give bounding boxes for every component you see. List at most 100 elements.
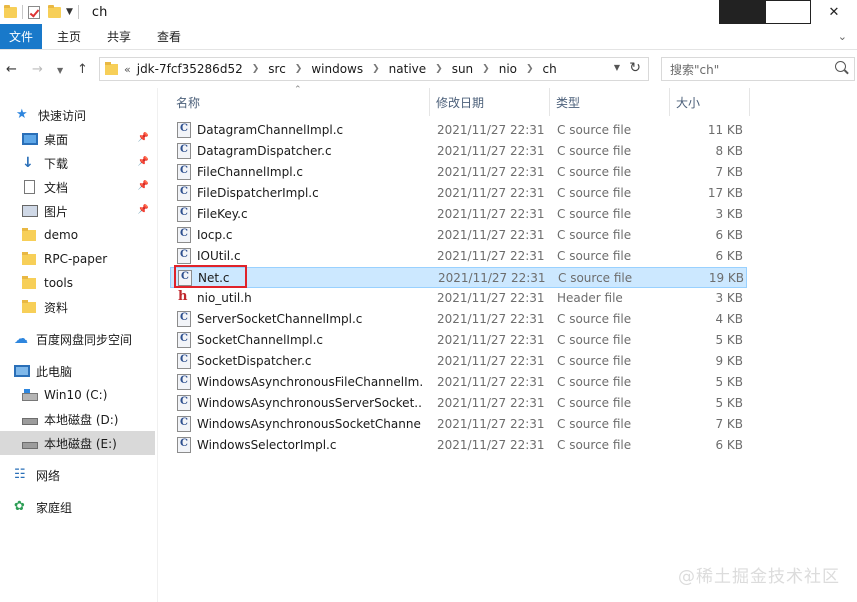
- c-source-file-icon: C: [177, 122, 191, 138]
- sidebar-item-baidu-netdisk[interactable]: ☁ 百度网盘同步空间: [0, 327, 155, 351]
- minimize-icon: [719, 0, 765, 24]
- tab-view[interactable]: 查看: [144, 24, 194, 49]
- desktop-icon: [22, 133, 38, 145]
- chevron-right-icon[interactable]: ❯: [435, 64, 443, 74]
- chevron-right-icon[interactable]: ❯: [526, 64, 534, 74]
- sidebar-item-network[interactable]: ☷ 网络: [0, 463, 155, 487]
- sidebar-item-pictures[interactable]: 图片 📌: [0, 199, 155, 223]
- chevron-right-icon[interactable]: ❯: [295, 64, 303, 74]
- file-row[interactable]: C WindowsAsynchronousFileChannelIm... 20…: [170, 372, 747, 393]
- file-row[interactable]: C DatagramChannelImpl.c 2021/11/27 22:31…: [170, 120, 747, 141]
- file-size: 4 KB: [715, 312, 743, 326]
- sidebar-item-drive-c[interactable]: Win10 (C:): [0, 383, 155, 407]
- up-button[interactable]: ↑: [77, 62, 88, 77]
- sidebar-item-rpc-paper[interactable]: RPC-paper: [0, 247, 155, 271]
- column-header-name[interactable]: 名称: [170, 88, 430, 116]
- pin-icon[interactable]: 📌: [138, 133, 149, 143]
- address-dropdown-icon[interactable]: ▼: [614, 63, 620, 72]
- file-row[interactable]: C WindowsSelectorImpl.c 2021/11/27 22:31…: [170, 435, 747, 456]
- sidebar-item-downloads[interactable]: ↓ 下载 📌: [0, 151, 155, 175]
- file-row[interactable]: C IOUtil.c 2021/11/27 22:31 C source fil…: [170, 246, 747, 267]
- chevron-right-icon[interactable]: ❯: [482, 64, 490, 74]
- file-row[interactable]: C FileKey.c 2021/11/27 22:31 C source fi…: [170, 204, 747, 225]
- breadcrumb-overflow[interactable]: «: [124, 63, 131, 76]
- file-name: WindowsAsynchronousServerSocket...: [197, 396, 422, 410]
- file-row[interactable]: C SocketChannelImpl.c 2021/11/27 22:31 C…: [170, 330, 747, 351]
- sidebar-item-tools[interactable]: tools: [0, 271, 155, 295]
- sidebar-item-documents[interactable]: 文档 📌: [0, 175, 155, 199]
- file-date: 2021/11/27 22:31: [437, 228, 545, 242]
- breadcrumb-nio[interactable]: nio: [499, 62, 517, 76]
- file-row[interactable]: C DatagramDispatcher.c 2021/11/27 22:31 …: [170, 141, 747, 162]
- sidebar-item-quick-access[interactable]: ★ 快速访问: [0, 103, 155, 127]
- tab-file[interactable]: 文件: [0, 24, 43, 49]
- column-header-size[interactable]: 大小: [670, 88, 750, 116]
- breadcrumb-native[interactable]: native: [389, 62, 426, 76]
- breadcrumb-sun[interactable]: sun: [452, 62, 473, 76]
- file-name: DatagramDispatcher.c: [197, 144, 332, 158]
- header-file-icon: h: [178, 289, 188, 304]
- chevron-right-icon[interactable]: ❯: [372, 64, 380, 74]
- file-row[interactable]: C WindowsAsynchronousSocketChanne... 202…: [170, 414, 747, 435]
- sidebar-item-desktop[interactable]: 桌面 📌: [0, 127, 155, 151]
- recent-locations-dropdown-icon[interactable]: ▼: [57, 66, 63, 75]
- maximize-button[interactable]: [765, 0, 811, 24]
- file-row[interactable]: C Iocp.c 2021/11/27 22:31 C source file …: [170, 225, 747, 246]
- column-header-label: 修改日期: [436, 95, 485, 110]
- sidebar-item-drive-d[interactable]: 本地磁盘 (D:): [0, 407, 155, 431]
- close-button[interactable]: ✕: [811, 0, 857, 24]
- chevron-right-icon[interactable]: ❯: [252, 64, 260, 74]
- sidebar-item-materials[interactable]: 资料: [0, 295, 155, 319]
- tab-share[interactable]: 共享: [94, 24, 144, 49]
- breadcrumb-ch[interactable]: ch: [543, 62, 557, 76]
- breadcrumb-jdk[interactable]: jdk-7fcf35286d52: [137, 62, 243, 76]
- new-folder-icon[interactable]: [48, 4, 61, 18]
- file-size: 5 KB: [715, 375, 743, 389]
- properties-icon[interactable]: [28, 5, 40, 19]
- search-input[interactable]: 搜索"ch": [661, 57, 855, 81]
- file-name: WindowsAsynchronousSocketChanne...: [197, 417, 422, 431]
- sidebar-item-homegroup[interactable]: ✿ 家庭组: [0, 495, 155, 519]
- folder-icon[interactable]: [4, 4, 17, 18]
- forward-button[interactable]: →: [32, 62, 43, 77]
- breadcrumb-windows[interactable]: windows: [311, 62, 363, 76]
- sidebar-item-demo[interactable]: demo: [0, 223, 155, 247]
- file-row[interactable]: C FileDispatcherImpl.c 2021/11/27 22:31 …: [170, 183, 747, 204]
- c-source-file-icon: C: [177, 353, 191, 369]
- expand-ribbon-chevron-icon[interactable]: ⌄: [838, 30, 847, 43]
- file-row[interactable]: h nio_util.h 2021/11/27 22:31 Header fil…: [170, 288, 747, 309]
- file-type: C source file: [557, 207, 632, 221]
- sidebar-item-label: 资料: [44, 300, 69, 315]
- sidebar-item-drive-e[interactable]: 本地磁盘 (E:): [0, 431, 155, 455]
- file-row[interactable]: C WindowsAsynchronousServerSocket... 202…: [170, 393, 747, 414]
- breadcrumb-src[interactable]: src: [268, 62, 286, 76]
- file-name: FileKey.c: [197, 207, 248, 221]
- file-row[interactable]: C ServerSocketChannelImpl.c 2021/11/27 2…: [170, 309, 747, 330]
- tab-home[interactable]: 主页: [44, 24, 94, 49]
- file-row-selected[interactable]: C Net.c 2021/11/27 22:31 C source file 1…: [170, 265, 747, 288]
- refresh-icon[interactable]: ↻: [629, 60, 641, 76]
- sidebar-item-label: 本地磁盘 (E:): [44, 436, 117, 451]
- file-row[interactable]: C SocketDispatcher.c 2021/11/27 22:31 C …: [170, 351, 747, 372]
- file-date: 2021/11/27 22:31: [437, 123, 545, 137]
- address-bar[interactable]: « jdk-7fcf35286d52 ❯ src ❯ windows ❯ nat…: [99, 57, 649, 81]
- drive-icon: [22, 441, 38, 449]
- file-name: WindowsAsynchronousFileChannelIm...: [197, 375, 422, 389]
- sidebar-item-label: 本地磁盘 (D:): [44, 412, 119, 427]
- file-name: Iocp.c: [197, 228, 233, 242]
- pin-icon[interactable]: 📌: [138, 157, 149, 167]
- sidebar-item-this-pc[interactable]: 此电脑: [0, 359, 155, 383]
- folder-icon: [22, 299, 36, 313]
- minimize-button[interactable]: [719, 0, 765, 24]
- pin-icon[interactable]: 📌: [138, 181, 149, 191]
- sidebar-item-label: RPC-paper: [44, 252, 108, 266]
- customize-dropdown-icon[interactable]: ▼: [66, 7, 73, 17]
- back-button[interactable]: ←: [6, 62, 17, 77]
- drive-icon: [22, 417, 38, 425]
- pin-icon[interactable]: 📌: [138, 205, 149, 215]
- window-controls: ✕: [719, 0, 857, 24]
- column-header-date[interactable]: 修改日期: [430, 88, 550, 116]
- file-row[interactable]: C FileChannelImpl.c 2021/11/27 22:31 C s…: [170, 162, 747, 183]
- column-header-type[interactable]: 类型: [550, 88, 670, 116]
- file-date: 2021/11/27 22:31: [438, 271, 546, 285]
